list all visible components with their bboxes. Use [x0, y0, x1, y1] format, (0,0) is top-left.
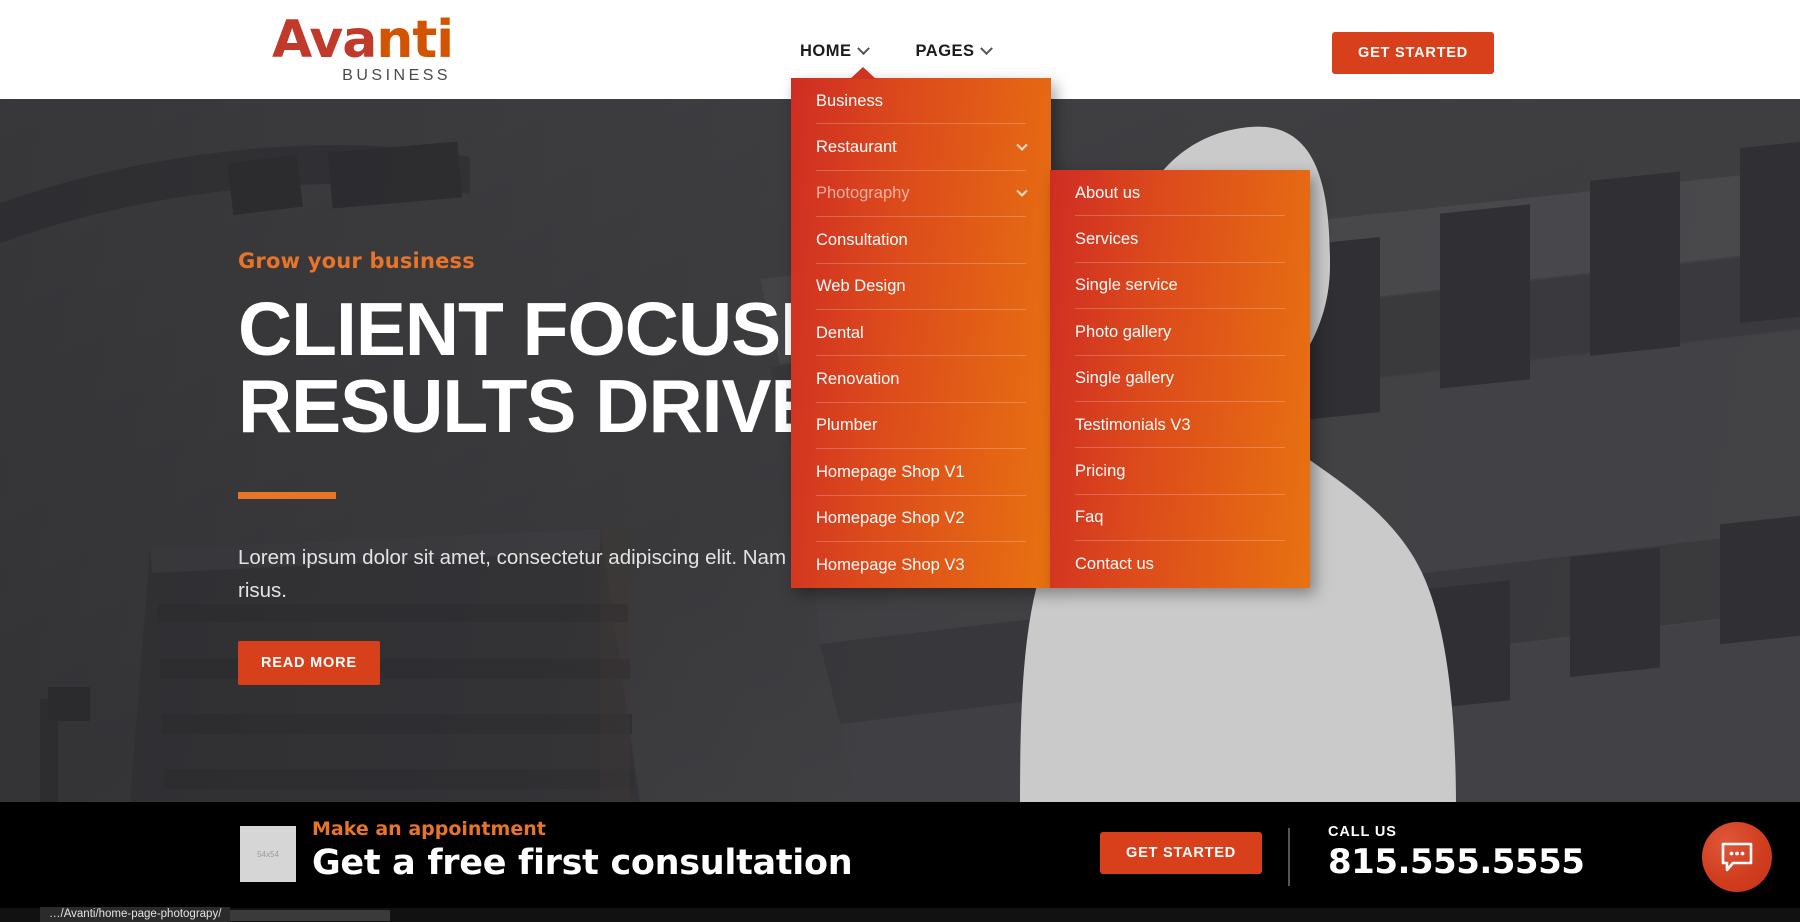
- menu-item-contact-us[interactable]: Contact us: [1050, 541, 1310, 587]
- read-more-button[interactable]: READ MORE: [238, 641, 380, 686]
- menu-item-dental[interactable]: Dental: [791, 310, 1051, 357]
- chat-widget-button[interactable]: [1702, 822, 1772, 892]
- menu-item-web-design[interactable]: Web Design: [791, 264, 1051, 311]
- menu-item-label: Single gallery: [1075, 369, 1175, 388]
- menu-item-about-us[interactable]: About us: [1050, 170, 1310, 217]
- logo-tagline: BUSINESS: [342, 67, 452, 84]
- menu-item-photo-gallery[interactable]: Photo gallery: [1050, 309, 1310, 356]
- menu-item-label: Consultation: [816, 230, 908, 249]
- menu-item-label: Restaurant: [816, 138, 897, 157]
- hero-divider-rule: [238, 492, 336, 499]
- menu-item-label: Web Design: [816, 277, 906, 296]
- menu-item-label: Homepage Shop V1: [816, 462, 965, 481]
- menu-item-label: Photo gallery: [1075, 322, 1172, 341]
- menu-item-photography[interactable]: Photography: [791, 171, 1051, 218]
- chat-bubble-icon: [1721, 842, 1753, 872]
- chevron-down-icon: [1016, 185, 1028, 197]
- chevron-down-icon: [979, 42, 993, 56]
- menu-item-label: Business: [816, 91, 883, 110]
- menu-item-label: Renovation: [816, 370, 900, 389]
- menu-item-services[interactable]: Services: [1050, 216, 1310, 264]
- appointment-cta-bar: 54x54 Make an appointment Get a free fir…: [0, 802, 1800, 908]
- cta-kicker: Make an appointment: [312, 818, 546, 840]
- menu-item-label: Single service: [1075, 276, 1178, 295]
- status-bar-url: …/Avanti/home-page-photograpy/: [40, 907, 231, 922]
- pages-submenu[interactable]: About us Services Single service Photo gall…: [1050, 170, 1310, 588]
- primary-nav: HOME PAGES: [800, 36, 993, 67]
- menu-item-single-gallery[interactable]: Single gallery: [1050, 356, 1310, 403]
- chevron-down-icon: [1016, 139, 1028, 151]
- header-get-started-button[interactable]: GET STARTED: [1332, 32, 1495, 74]
- menu-item-renovation[interactable]: Renovation: [791, 356, 1051, 404]
- menu-item-plumber[interactable]: Plumber: [791, 403, 1051, 450]
- menu-item-consultation[interactable]: Consultation: [791, 217, 1051, 264]
- logo[interactable]: Avanti BUSINESS: [272, 14, 454, 84]
- menu-item-label: Dental: [816, 323, 864, 342]
- page-root: Grow your business CLIENT FOCUSED RESULT…: [0, 0, 1800, 922]
- menu-item-faq[interactable]: Faq: [1050, 495, 1310, 542]
- menu-item-label: Homepage Shop V3: [816, 555, 965, 574]
- menu-item-label: Testimonials V3: [1075, 415, 1191, 434]
- cta-vertical-divider: [1288, 828, 1290, 886]
- cta-text-block: Make an appointment Get a free first con…: [312, 818, 853, 883]
- menu-item-label: Photography: [816, 184, 910, 203]
- menu-item-homepage-shop-v1[interactable]: Homepage Shop V1: [791, 449, 1051, 496]
- menu-item-label: Faq: [1075, 508, 1104, 527]
- menu-item-label: About us: [1075, 183, 1141, 202]
- menu-item-testimonials-v3[interactable]: Testimonials V3: [1050, 402, 1310, 449]
- logo-word-part2: nti: [376, 10, 454, 70]
- menu-item-label: Pricing: [1075, 462, 1126, 481]
- browser-status-bar: …/Avanti/home-page-photograpy/: [0, 907, 1800, 922]
- menu-item-label: Homepage Shop V2: [816, 509, 965, 528]
- menu-item-label: Services: [1075, 230, 1139, 249]
- home-dropdown-menu[interactable]: Business Restaurant Photography Consultatio…: [791, 67, 1051, 589]
- nav-item-pages-label: PAGES: [915, 42, 975, 60]
- menu-item-homepage-shop-v2[interactable]: Homepage Shop V2: [791, 496, 1051, 543]
- nav-item-home-label: HOME: [800, 42, 852, 60]
- menu-item-single-service[interactable]: Single service: [1050, 263, 1310, 310]
- menu-item-business[interactable]: Business: [791, 78, 1051, 125]
- nav-item-home[interactable]: HOME: [800, 36, 870, 67]
- logo-word-part1: Ava: [272, 10, 377, 70]
- chevron-down-icon: [856, 42, 870, 56]
- cta-thumbnail-placeholder: 54x54: [240, 826, 296, 882]
- menu-item-restaurant[interactable]: Restaurant: [791, 124, 1051, 172]
- menu-item-label: Contact us: [1075, 554, 1154, 573]
- phone-number[interactable]: 815.555.5555: [1328, 842, 1585, 882]
- nav-item-pages[interactable]: PAGES: [915, 36, 993, 67]
- menu-item-homepage-shop-v3[interactable]: Homepage Shop V3: [791, 542, 1051, 588]
- menu-item-pricing[interactable]: Pricing: [1050, 448, 1310, 496]
- call-us-block: CALL US 815.555.5555: [1328, 824, 1585, 882]
- cta-headline: Get a free first consultation: [312, 843, 853, 883]
- logo-wordmark: Avanti: [272, 14, 454, 66]
- cta-get-started-button[interactable]: GET STARTED: [1100, 832, 1263, 874]
- call-us-label: CALL US: [1328, 824, 1397, 840]
- menu-item-label: Plumber: [816, 416, 878, 435]
